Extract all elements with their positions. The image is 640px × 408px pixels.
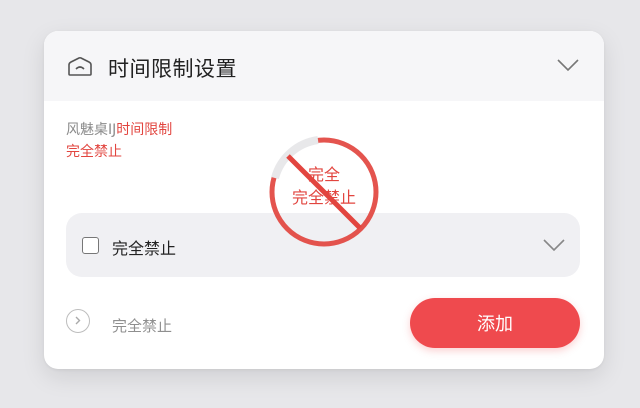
chevron-right-icon	[75, 316, 81, 325]
stamp-text-2: 完全禁止	[291, 188, 356, 207]
option-label: 完全禁止	[112, 317, 173, 335]
checkbox[interactable]	[82, 237, 99, 254]
dropdown-selected-label: 完全禁止	[112, 239, 177, 258]
router-icon	[68, 56, 92, 76]
description-prefix: 风魅桌IJ	[66, 122, 117, 138]
chevron-down-icon	[543, 239, 565, 252]
option-radio[interactable]	[66, 309, 90, 333]
description-line-1: 风魅桌IJ时间限制	[66, 119, 172, 139]
stamp-text-1: 完全	[307, 165, 340, 184]
add-button[interactable]: 添加	[410, 298, 580, 348]
description-line-2: 完全禁止	[66, 144, 122, 160]
description-accent: 时间限制	[116, 122, 173, 138]
chevron-down-icon[interactable]	[556, 55, 580, 75]
page-title: 时间限制设置	[108, 57, 237, 81]
card-header[interactable]: 时间限制设置	[44, 31, 604, 101]
